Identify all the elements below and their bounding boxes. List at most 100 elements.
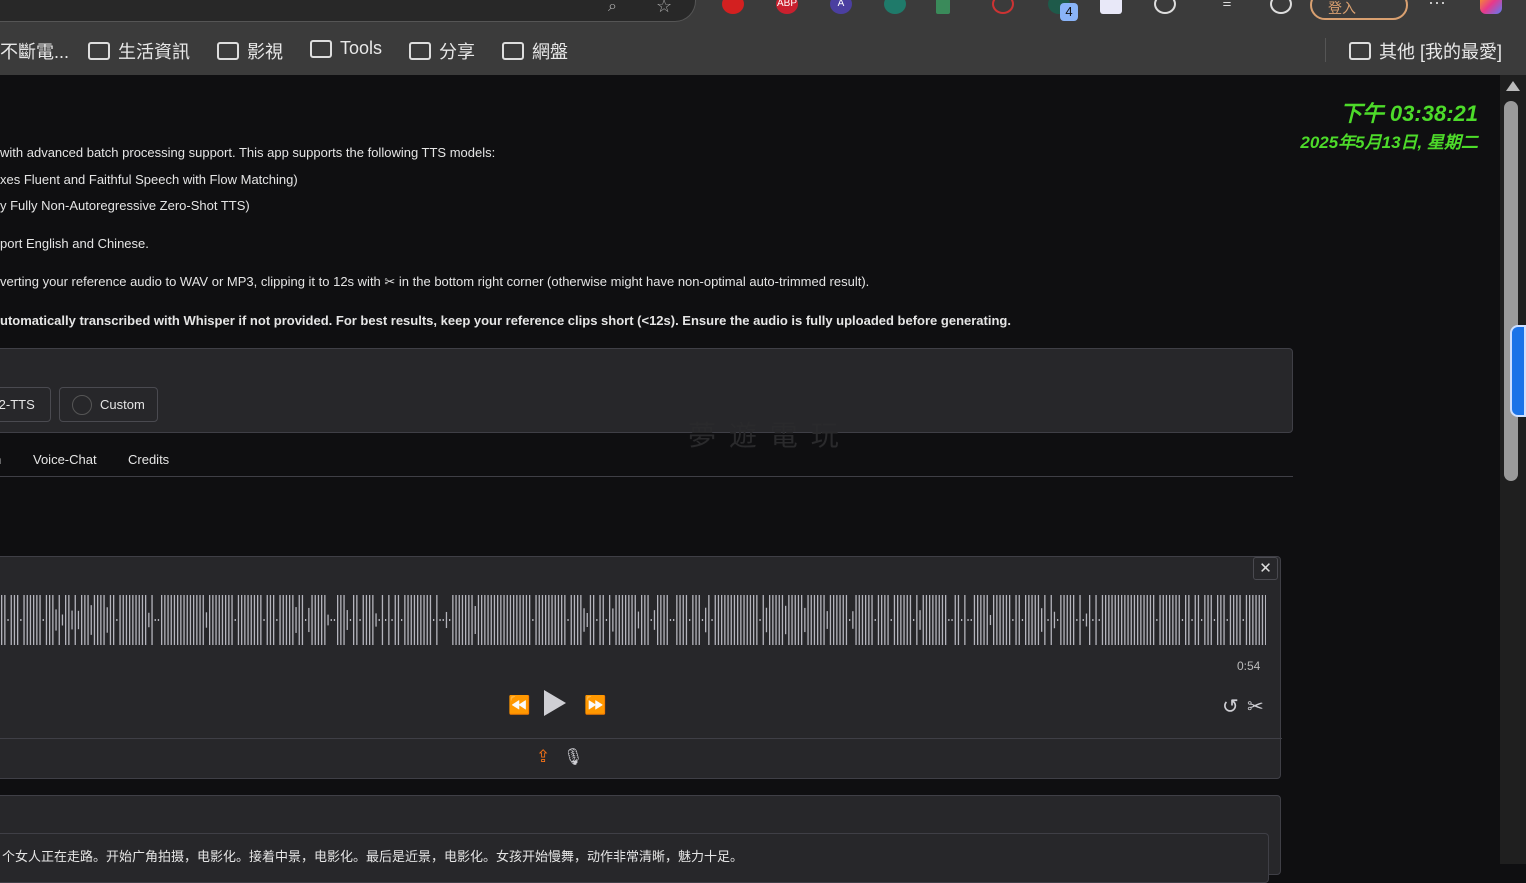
bookmark-folder[interactable]: 生活資訊 <box>88 38 190 64</box>
waveform-bar <box>100 595 102 645</box>
bookmark-folder[interactable]: 網盤 <box>502 38 568 64</box>
waveform-bar <box>1210 595 1212 645</box>
waveform-bar <box>1258 595 1260 645</box>
waveform-bar <box>929 595 931 645</box>
waveform-bar <box>401 619 403 621</box>
bookmark-item[interactable]: 不斷電... <box>0 38 69 64</box>
waveform-bar <box>775 595 777 645</box>
play-icon[interactable] <box>544 690 566 716</box>
waveform-bar <box>1213 619 1216 621</box>
adblock-shield-icon[interactable] <box>722 0 744 14</box>
other-bookmarks-folder[interactable]: 其他 [我的最愛] <box>1349 38 1502 64</box>
rewind-icon[interactable]: ⏪ <box>508 695 530 716</box>
folder-icon <box>502 42 524 60</box>
search-icon[interactable]: ⌕ <box>608 0 617 16</box>
waveform-bar <box>631 595 633 645</box>
more-icon[interactable]: ··· <box>1428 0 1446 13</box>
waveform-bar <box>407 595 409 645</box>
waveform-bar <box>359 619 361 621</box>
copilot-icon[interactable] <box>1480 0 1502 14</box>
waveform-bar <box>116 619 118 621</box>
reading-list-icon[interactable]: ☰ <box>1216 0 1238 14</box>
waveform-bar <box>1009 595 1011 645</box>
waveform-bar <box>391 619 393 621</box>
address-bar[interactable]: ⌕ ☆ <box>0 0 696 22</box>
upload-icon[interactable]: ⇪ <box>536 747 550 767</box>
radio-custom[interactable]: Custom <box>59 387 158 422</box>
bookmark-label: 網盤 <box>532 42 568 62</box>
extension-purple-icon[interactable] <box>1100 0 1122 14</box>
waveform-bar <box>1127 595 1129 645</box>
waveform-bar <box>1089 595 1091 645</box>
divider <box>1325 38 1326 62</box>
waveform-bar <box>1101 595 1104 645</box>
waveform-bar <box>746 595 748 645</box>
waveform-bar <box>442 619 444 621</box>
waveform-bar <box>317 595 320 645</box>
waveform-bar <box>244 595 246 645</box>
waveform-bar <box>449 619 451 621</box>
waveform-bar <box>276 619 278 621</box>
waveform-bar <box>1117 595 1120 645</box>
fast-forward-icon[interactable]: ⏩ <box>584 695 606 716</box>
waveform-bar <box>644 595 646 645</box>
waveform-bar <box>615 595 617 645</box>
folder-icon <box>310 39 332 58</box>
audio-waveform[interactable] <box>0 594 1266 646</box>
page-scrollbar[interactable] <box>1500 75 1526 864</box>
waveform-bar <box>33 595 35 645</box>
waveform-bar <box>372 595 374 645</box>
bookmark-folder[interactable]: 影視 <box>217 38 283 64</box>
tab-voice-chat[interactable]: Voice-Chat <box>33 452 97 467</box>
extensions-puzzle-icon[interactable] <box>1154 0 1176 14</box>
waveform-bar <box>1037 595 1040 645</box>
waveform-bar <box>164 595 166 645</box>
waveform-bar <box>212 595 214 645</box>
radio-e2-tts[interactable]: E2-TTS <box>0 387 51 422</box>
bookmark-folder[interactable]: 分享 <box>409 38 475 64</box>
history-icon[interactable] <box>1270 0 1292 14</box>
waveform-bar <box>660 595 662 645</box>
waveform-bar <box>727 595 729 645</box>
waveform-bar <box>119 595 121 645</box>
undo-icon[interactable]: ↺ <box>1222 694 1239 719</box>
waveform-bar <box>305 619 307 621</box>
extension-a-icon[interactable]: A <box>830 0 852 14</box>
waveform-bar <box>708 595 710 645</box>
star-icon[interactable]: ☆ <box>656 0 672 17</box>
waveform-bar <box>724 595 726 645</box>
waveform-bar <box>705 607 707 633</box>
block-icon[interactable] <box>992 0 1014 14</box>
side-panel-handle[interactable] <box>1510 325 1526 417</box>
waveform-bar <box>817 595 819 645</box>
text-to-generate-input[interactable]: 个女人正在走路。开始广角拍摄，电影化。接着中景，电影化。最后是近景，电影化。女孩… <box>0 833 1269 883</box>
extension-bird-icon[interactable] <box>884 0 906 14</box>
login-button[interactable]: 登入 <box>1310 0 1408 20</box>
folder-icon <box>217 42 239 60</box>
waveform-bar <box>657 595 659 645</box>
extension-green-icon[interactable] <box>936 0 950 14</box>
waveform-bar <box>1172 595 1174 645</box>
waveform-bar <box>289 595 291 645</box>
scroll-up-icon[interactable] <box>1506 81 1520 91</box>
bookmark-label: 不斷電... <box>0 42 70 62</box>
tab-credits[interactable]: Credits <box>128 452 169 467</box>
scissors-icon[interactable]: ✂ <box>1247 694 1264 719</box>
waveform-bar <box>1140 595 1142 645</box>
waveform-bar <box>36 595 38 645</box>
waveform-bar <box>612 608 614 632</box>
scrollbar-thumb[interactable] <box>1504 101 1518 481</box>
waveform-bar <box>343 595 345 645</box>
waveform-bar <box>1018 595 1020 645</box>
tab-previous[interactable]: n <box>0 452 1 467</box>
abp-icon[interactable]: ABP <box>776 0 798 14</box>
bookmark-label: 其他 [我的最愛] <box>1379 42 1503 62</box>
waveform-bar <box>941 595 944 645</box>
waveform-bar <box>884 595 886 645</box>
waveform-bar <box>545 595 547 645</box>
close-icon[interactable]: ✕ <box>1253 557 1278 580</box>
bookmark-folder[interactable]: Tools <box>310 38 382 59</box>
microphone-icon[interactable]: 🎙 <box>563 747 583 767</box>
waveform-bar <box>474 606 476 634</box>
clock-date: 2025年5月13日, 星期二 <box>1300 133 1478 152</box>
